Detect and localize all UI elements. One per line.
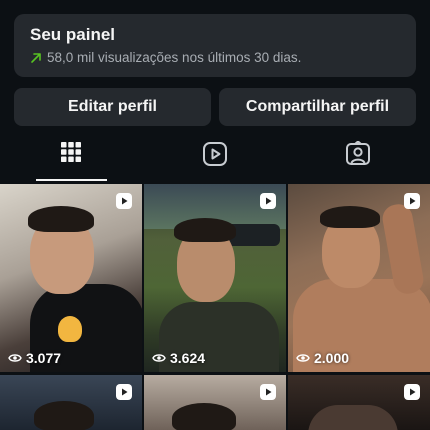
view-count-value: 3.077 xyxy=(26,350,62,366)
tab-tagged[interactable] xyxy=(322,137,394,182)
post-thumbnail[interactable] xyxy=(288,375,430,430)
post-thumbnail[interactable] xyxy=(144,375,286,430)
active-tab-indicator xyxy=(36,179,107,181)
post-thumbnail[interactable]: 2.000 xyxy=(288,184,430,372)
reel-icon xyxy=(260,193,276,209)
view-count-value: 2.000 xyxy=(314,350,350,366)
view-count: 3.624 xyxy=(152,350,205,366)
view-count-value: 3.624 xyxy=(170,350,206,366)
profile-tabs xyxy=(0,137,430,182)
view-count: 3.077 xyxy=(8,350,61,366)
reel-icon xyxy=(404,193,420,209)
reel-icon xyxy=(404,384,420,400)
eye-icon xyxy=(296,354,310,362)
professional-dashboard-card[interactable]: Seu painel 58,0 mil visualizações nos úl… xyxy=(14,14,416,77)
dashboard-stats: 58,0 mil visualizações nos últimos 30 di… xyxy=(30,49,400,66)
grid-icon xyxy=(61,142,81,162)
eye-icon xyxy=(8,354,22,362)
reel-icon xyxy=(116,193,132,209)
trend-up-arrow-icon xyxy=(30,52,42,64)
post-thumbnail[interactable]: 3.077 xyxy=(0,184,142,372)
post-thumbnail[interactable] xyxy=(0,375,142,430)
tab-reels[interactable] xyxy=(179,137,251,182)
dashboard-subtitle: 58,0 mil visualizações nos últimos 30 di… xyxy=(47,50,302,65)
tagged-icon xyxy=(346,141,370,165)
dashboard-title: Seu painel xyxy=(30,25,116,44)
posts-grid: 3.077 3.624 2.000 xyxy=(0,184,430,430)
share-profile-button[interactable]: Compartilhar perfil xyxy=(219,88,416,126)
reels-icon xyxy=(203,142,227,166)
edit-profile-button[interactable]: Editar perfil xyxy=(14,88,211,126)
reel-icon xyxy=(116,384,132,400)
view-count: 2.000 xyxy=(296,350,349,366)
post-thumbnail[interactable]: 3.624 xyxy=(144,184,286,372)
reel-icon xyxy=(260,384,276,400)
tab-grid[interactable] xyxy=(35,137,107,182)
eye-icon xyxy=(152,354,166,362)
